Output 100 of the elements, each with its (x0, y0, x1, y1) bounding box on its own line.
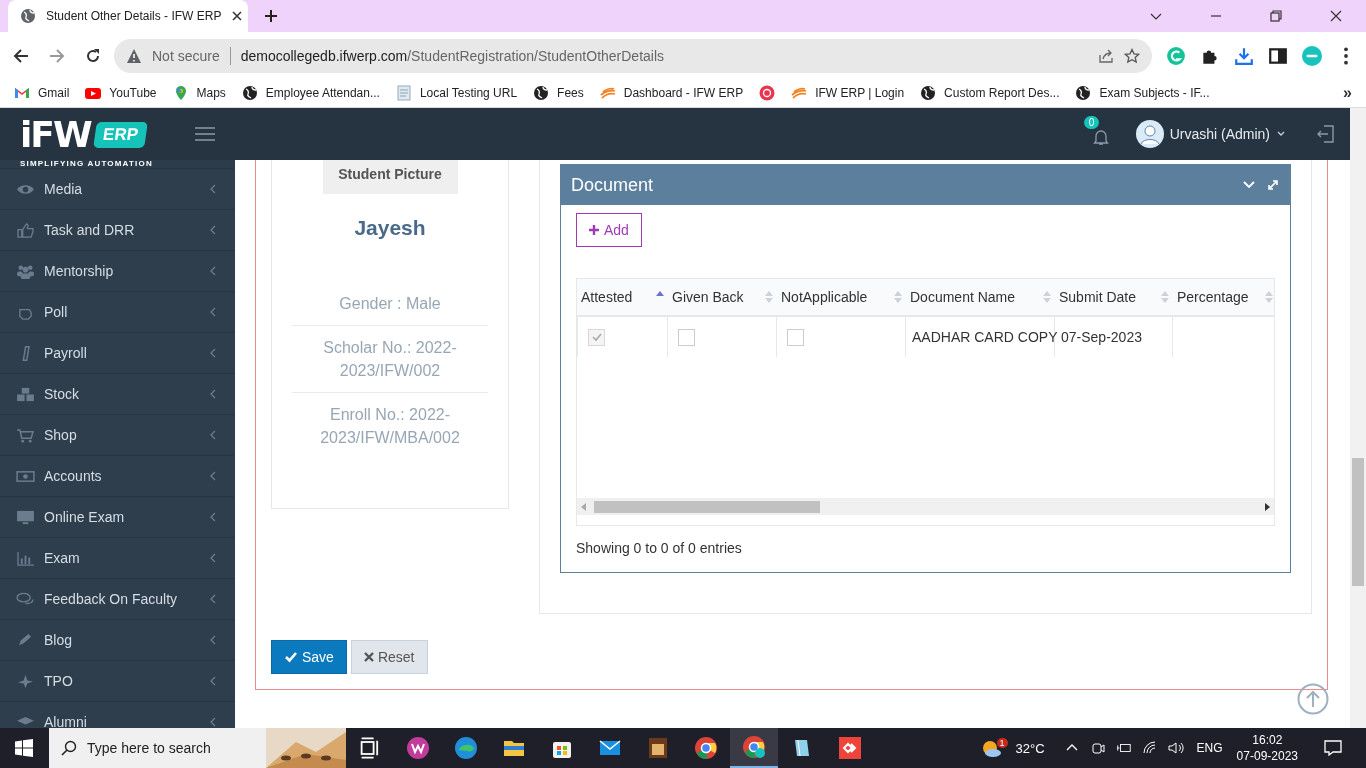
bookmark[interactable]: Gmail (14, 85, 70, 101)
column-header[interactable]: Document Name (906, 279, 1055, 315)
student-detail: Scholar No.: 2022-2023/IFW/002 (292, 326, 488, 393)
more-bookmarks-button[interactable]: » (1343, 84, 1352, 102)
checkbox[interactable] (787, 328, 804, 346)
restore-icon[interactable] (1269, 9, 1283, 23)
chevron-left-icon (209, 511, 217, 523)
security-label: Not secure (152, 47, 220, 64)
wifi-icon[interactable] (1141, 741, 1158, 755)
bookmark[interactable]: Custom Report Des... (920, 85, 1060, 101)
sidebar-item[interactable]: Poll (0, 292, 235, 333)
bookmark[interactable]: IFW ERP | Login (791, 85, 905, 101)
bookmark[interactable]: Dashboard - IFW ERP (599, 85, 744, 101)
bookmark[interactable]: Maps (172, 85, 226, 101)
sidebar-item[interactable]: Mentorship (0, 251, 235, 292)
chevron-left-icon (209, 675, 217, 687)
notification-badge: 0 (1083, 116, 1100, 129)
column-header[interactable]: Attested (577, 279, 668, 315)
bookmark[interactable]: Employee Attendan... (241, 85, 380, 101)
plane-icon (16, 673, 35, 689)
chevron-left-icon (209, 347, 217, 359)
bell-icon[interactable] (1091, 128, 1110, 146)
star-icon[interactable] (1124, 47, 1140, 64)
sidebar-item[interactable]: Feedback On Faculty (0, 579, 235, 620)
reload-icon[interactable] (85, 47, 101, 64)
clock[interactable]: 16:02 07-09-2023 (1236, 732, 1298, 764)
chevron-left-icon (209, 265, 217, 277)
windows-logo-icon[interactable] (15, 739, 33, 757)
sidebar-item[interactable]: Online Exam (0, 497, 235, 538)
expand-icon[interactable] (1266, 178, 1280, 192)
address-bar[interactable]: Not secure democollegedb.ifwerp.com/StudentRegistration/StudentOtherDetails (114, 38, 1152, 73)
chrome-icon[interactable] (694, 736, 718, 760)
picture-label: Student Picture (338, 166, 442, 182)
reset-button[interactable]: Reset (350, 640, 428, 674)
sidebar-item[interactable]: Blog (0, 620, 235, 661)
close-icon[interactable] (1329, 9, 1343, 23)
checkbox[interactable] (678, 328, 695, 346)
plus-icon[interactable] (264, 9, 278, 23)
column-header[interactable]: Percentage (1173, 279, 1274, 315)
logout-icon[interactable] (1316, 124, 1336, 144)
entries-info: Showing 0 to 0 of 0 entries (576, 540, 743, 556)
add-button[interactable]: Add (576, 213, 642, 247)
sidebar-item[interactable]: Media (0, 169, 235, 210)
brand-logo: iFW ERP SIMPLIFYING AUTOMATION (0, 108, 235, 169)
checkmark-icon (284, 650, 298, 664)
chevron-left-icon (209, 470, 217, 482)
scroll-right-arrow-icon[interactable] (1265, 502, 1270, 511)
back-arrow-icon[interactable] (13, 47, 29, 64)
student-name: Jayesh (354, 216, 426, 240)
notification-icon[interactable] (1324, 739, 1342, 757)
taskbar-active-app[interactable] (730, 728, 778, 768)
close-icon[interactable] (231, 10, 244, 22)
chevron-left-icon (209, 593, 217, 605)
column-header[interactable]: Given Back (668, 279, 777, 315)
share-icon[interactable] (1098, 47, 1114, 64)
language-indicator[interactable]: ENG (1196, 741, 1223, 755)
download-icon[interactable] (1234, 45, 1254, 66)
banknote-icon (16, 468, 35, 484)
horizontal-scrollbar[interactable] (577, 498, 1274, 515)
browser-tab[interactable]: Student Other Details - IFW ERP (8, 0, 248, 32)
swoosh-logo-icon (791, 85, 808, 101)
sidebar-item[interactable]: Accounts (0, 456, 235, 497)
sidebar-item[interactable]: Task and DRR (0, 210, 235, 251)
bookmark[interactable] (759, 85, 776, 101)
chat-icon (16, 591, 35, 607)
bookmark[interactable]: YouTube (85, 85, 157, 101)
column-header[interactable]: Submit Date (1055, 279, 1173, 315)
chevron-left-icon (209, 306, 217, 318)
sidebar-item[interactable]: Exam (0, 538, 235, 579)
speaker-icon[interactable] (1167, 741, 1184, 755)
vertical-scrollbar[interactable] (1350, 108, 1366, 728)
avatar-icon (1135, 120, 1164, 148)
camera-icon[interactable] (1089, 741, 1106, 755)
remote-desktop-icon[interactable] (838, 736, 862, 760)
browser-icon[interactable] (454, 736, 478, 760)
user-menu[interactable]: Urvashi (Admin) (1135, 120, 1286, 148)
bookmark[interactable]: Fees (533, 85, 584, 101)
sidebar-item[interactable]: Shop (0, 415, 235, 456)
battery-icon[interactable] (1115, 741, 1132, 755)
app-icon[interactable] (406, 736, 430, 760)
weather-badge: 1 (996, 738, 1008, 748)
people-icon (16, 263, 35, 279)
menu-icon[interactable] (195, 126, 215, 142)
sidebar-item[interactable]: TPO (0, 661, 235, 702)
target-logo-icon (759, 85, 776, 101)
tab-title: Student Other Details - IFW ERP (46, 9, 222, 23)
envelope-logo-icon (14, 85, 30, 101)
sidebar-item[interactable]: Stock (0, 374, 235, 415)
temperature[interactable]: 32°C (1015, 740, 1045, 756)
bookmark[interactable]: Local Testing URL (395, 85, 518, 101)
column-header[interactable]: NotApplicable (777, 279, 906, 315)
cart-icon (16, 427, 35, 443)
table-cell: AADHAR CARD COPY (912, 329, 1058, 345)
chevron-left-icon (209, 716, 217, 728)
save-button[interactable]: Save (271, 640, 347, 674)
side-panel-icon[interactable] (1268, 45, 1288, 66)
forward-arrow-icon[interactable] (49, 47, 65, 64)
sidebar-item[interactable]: Payroll (0, 333, 235, 374)
bookmark[interactable]: Exam Subjects - IF... (1075, 85, 1210, 101)
taskbar-search-field[interactable]: Type here to search (49, 728, 346, 768)
